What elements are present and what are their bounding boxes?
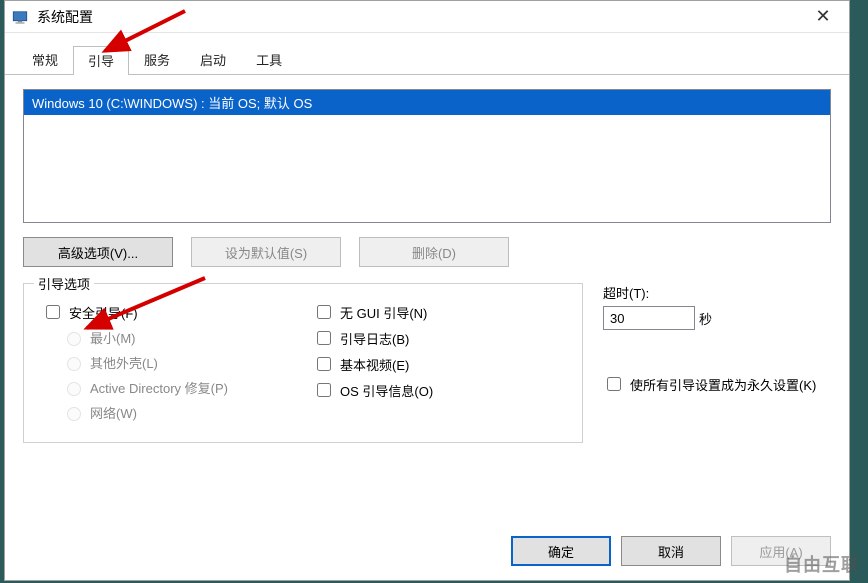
watermark: 自由互联 bbox=[784, 551, 860, 577]
safe-boot-label: 安全引导(F) bbox=[69, 303, 138, 322]
dialog-footer: 确定 取消 应用(A) bbox=[5, 522, 849, 580]
set-default-button: 设为默认值(S) bbox=[191, 237, 341, 267]
titlebar: 系统配置 ✕ bbox=[5, 1, 849, 33]
safe-boot-checkbox[interactable] bbox=[46, 305, 60, 319]
alt-shell-radio bbox=[67, 357, 81, 371]
base-video-label: 基本视频(E) bbox=[340, 355, 409, 374]
timeout-input[interactable] bbox=[603, 306, 695, 330]
alt-shell-label: 其他外壳(L) bbox=[90, 353, 158, 372]
timeout-label: 超时(T): bbox=[603, 283, 831, 302]
bootlog-checkbox[interactable] bbox=[317, 331, 331, 345]
minimal-label: 最小(M) bbox=[90, 328, 136, 347]
tab-general[interactable]: 常规 bbox=[17, 45, 73, 74]
network-label: 网络(W) bbox=[90, 403, 137, 422]
ad-repair-radio bbox=[67, 382, 81, 396]
minimal-radio bbox=[67, 332, 81, 346]
tab-startup[interactable]: 启动 bbox=[185, 45, 241, 74]
boot-options-legend: 引导选项 bbox=[34, 274, 94, 293]
permanent-label: 使所有引导设置成为永久设置(K) bbox=[630, 375, 816, 394]
base-video-checkbox[interactable] bbox=[317, 357, 331, 371]
os-boot-info-checkbox[interactable] bbox=[317, 383, 331, 397]
right-column: 超时(T): 秒 使所有引导设置成为永久设置(K) bbox=[603, 283, 831, 443]
no-gui-label: 无 GUI 引导(N) bbox=[340, 303, 427, 322]
os-list-item[interactable]: Windows 10 (C:\WINDOWS) : 当前 OS; 默认 OS bbox=[24, 90, 830, 115]
timeout-unit: 秒 bbox=[699, 309, 712, 328]
cancel-button[interactable]: 取消 bbox=[621, 536, 721, 566]
app-icon bbox=[11, 8, 29, 26]
permanent-checkbox[interactable] bbox=[607, 377, 621, 391]
ad-repair-label: Active Directory 修复(P) bbox=[90, 378, 228, 397]
tab-services[interactable]: 服务 bbox=[129, 45, 185, 74]
bootlog-label: 引导日志(B) bbox=[340, 329, 409, 348]
delete-button: 删除(D) bbox=[359, 237, 509, 267]
tab-content: Windows 10 (C:\WINDOWS) : 当前 OS; 默认 OS 高… bbox=[5, 75, 849, 522]
lower-section: 引导选项 安全引导(F) 最小(M) 其他外壳(L) bbox=[23, 283, 831, 443]
os-boot-info-label: OS 引导信息(O) bbox=[340, 381, 433, 400]
os-list[interactable]: Windows 10 (C:\WINDOWS) : 当前 OS; 默认 OS bbox=[23, 89, 831, 223]
close-button[interactable]: ✕ bbox=[803, 6, 843, 27]
no-gui-checkbox[interactable] bbox=[317, 305, 331, 319]
tab-tools[interactable]: 工具 bbox=[241, 45, 297, 74]
boot-options-group: 引导选项 安全引导(F) 最小(M) 其他外壳(L) bbox=[23, 283, 583, 443]
window-title: 系统配置 bbox=[37, 7, 803, 27]
boot-button-row: 高级选项(V)... 设为默认值(S) 删除(D) bbox=[23, 237, 831, 267]
network-radio bbox=[67, 407, 81, 421]
ok-button[interactable]: 确定 bbox=[511, 536, 611, 566]
msconfig-window: 系统配置 ✕ 常规 引导 服务 启动 工具 Windows 10 (C:\WIN… bbox=[4, 0, 850, 581]
tab-row: 常规 引导 服务 启动 工具 bbox=[5, 45, 849, 75]
advanced-options-button[interactable]: 高级选项(V)... bbox=[23, 237, 173, 267]
tab-boot[interactable]: 引导 bbox=[73, 46, 129, 75]
